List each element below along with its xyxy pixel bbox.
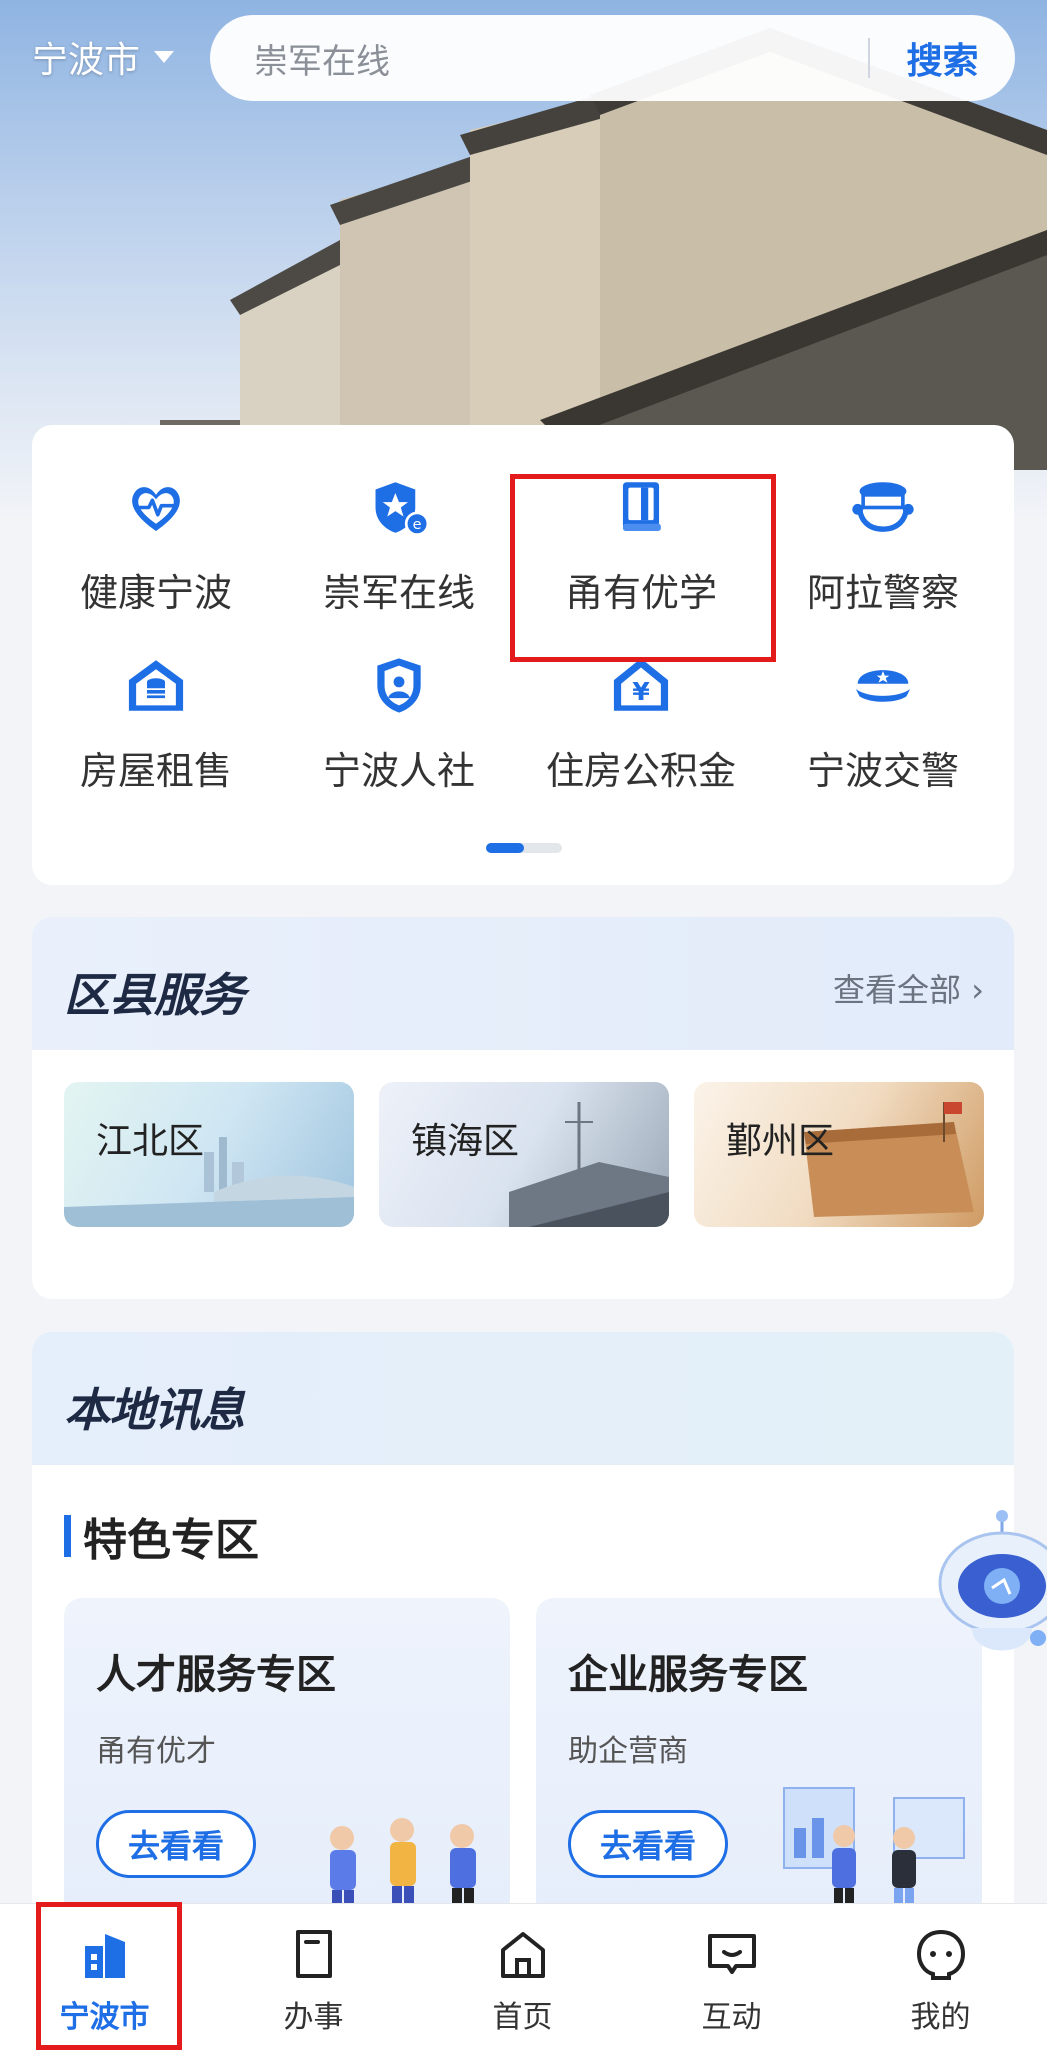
- assistant-robot-icon[interactable]: [932, 1508, 1047, 1688]
- svg-text:e: e: [413, 517, 422, 533]
- tab-label: 首页: [492, 2000, 553, 2035]
- service-ala-police[interactable]: 阿拉警察: [768, 457, 998, 617]
- service-label: 宁波交警: [806, 749, 959, 793]
- service-label: 崇军在线: [322, 571, 475, 615]
- news-title: 本地讯息: [64, 1383, 245, 1437]
- promo-title: 企业服务专区: [568, 1652, 808, 1698]
- document-icon: [295, 1930, 332, 1978]
- chat-icon: [707, 1934, 756, 1974]
- promo-talent-services[interactable]: 人才服务专区 甬有优才 去看看: [64, 1598, 510, 1918]
- traffic-police-cap-icon: [855, 670, 911, 702]
- people-illustration: [330, 1818, 476, 1918]
- page-indicator: [486, 843, 562, 853]
- page-indicator-active: [486, 843, 524, 853]
- heading-bar: [64, 1515, 71, 1557]
- promo-title: 人才服务专区: [96, 1652, 336, 1698]
- search-bar[interactable]: 崇军在线 搜索: [210, 15, 1015, 101]
- search-button[interactable]: 搜索: [870, 32, 1015, 84]
- city-selector[interactable]: 宁波市: [32, 32, 175, 82]
- service-health-ningbo[interactable]: 健康宁波: [41, 457, 271, 617]
- profile-face-icon: [916, 1929, 965, 1980]
- service-label: 健康宁波: [79, 571, 232, 615]
- handshake-illustration: [783, 1787, 965, 1918]
- tab-label: 互动: [701, 2000, 762, 2035]
- promo-enterprise-services[interactable]: 企业服务专区 助企营商 去看看: [536, 1598, 982, 1918]
- police-hat-icon: [852, 482, 914, 532]
- tab-label: 办事: [283, 2000, 344, 2035]
- district-label: 镇海区: [411, 1121, 520, 1162]
- person-shield-icon: [377, 658, 421, 713]
- heart-pulse-icon: [132, 487, 180, 531]
- district-services-card: 区县服务 查看全部 › 江北区 镇海区 鄞州区: [32, 917, 1014, 1299]
- tab-interaction[interactable]: 互动: [627, 1904, 836, 2053]
- tab-label: 我的: [910, 2000, 971, 2035]
- service-label: 阿拉警察: [806, 571, 959, 615]
- highlight-box: [510, 474, 776, 662]
- house-database-icon: [128, 660, 184, 711]
- promo-go-button[interactable]: 去看看: [96, 1810, 256, 1878]
- featured-zone-heading: 特色专区: [64, 1504, 259, 1568]
- news-header: 本地讯息: [32, 1332, 1014, 1465]
- search-input[interactable]: 崇军在线: [210, 34, 868, 83]
- tab-services[interactable]: 办事: [209, 1904, 418, 2053]
- svg-text:¥: ¥: [632, 677, 650, 706]
- district-tile-zhenhai[interactable]: 镇海区: [379, 1082, 669, 1227]
- district-tile-yinzhou[interactable]: 鄞州区: [694, 1082, 984, 1227]
- city-name: 宁波市: [32, 40, 141, 81]
- featured-zone-label: 特色专区: [83, 1515, 259, 1566]
- district-label: 江北区: [96, 1121, 205, 1162]
- service-housing-rental[interactable]: 房屋租售: [41, 635, 271, 795]
- district-label: 鄞州区: [726, 1121, 835, 1162]
- tab-profile[interactable]: 我的: [836, 1904, 1045, 2053]
- tab-home[interactable]: 首页: [418, 1904, 627, 2053]
- service-label: 房屋租售: [79, 749, 232, 793]
- service-ningbo-traffic-police[interactable]: 宁波交警: [768, 635, 998, 795]
- promo-subtitle: 助企营商: [568, 1734, 688, 1769]
- service-label: 住房公积金: [545, 749, 736, 793]
- district-title: 区县服务: [64, 968, 245, 1022]
- house-yen-icon: ¥: [613, 658, 669, 711]
- service-chongjun-online[interactable]: e 崇军在线: [284, 457, 514, 617]
- service-label: 宁波人社: [322, 749, 475, 793]
- promo-subtitle: 甬有优才: [96, 1734, 216, 1769]
- caret-down-icon: [154, 51, 175, 63]
- promo-go-button[interactable]: 去看看: [568, 1810, 728, 1878]
- view-all-link[interactable]: 查看全部 ›: [833, 965, 984, 1011]
- chevron-right-icon: ›: [971, 971, 984, 1009]
- star-shield-icon: e: [375, 482, 430, 536]
- service-ningbo-hr[interactable]: 宁波人社: [284, 635, 514, 795]
- highlight-box: [36, 1902, 182, 2050]
- home-icon: [500, 1932, 545, 1978]
- district-tile-jiangbei[interactable]: 江北区: [64, 1082, 354, 1227]
- district-header: 区县服务 查看全部 ›: [32, 917, 1014, 1050]
- district-tiles: 江北区 镇海区 鄞州区: [64, 1082, 984, 1227]
- view-all-label: 查看全部: [833, 971, 962, 1009]
